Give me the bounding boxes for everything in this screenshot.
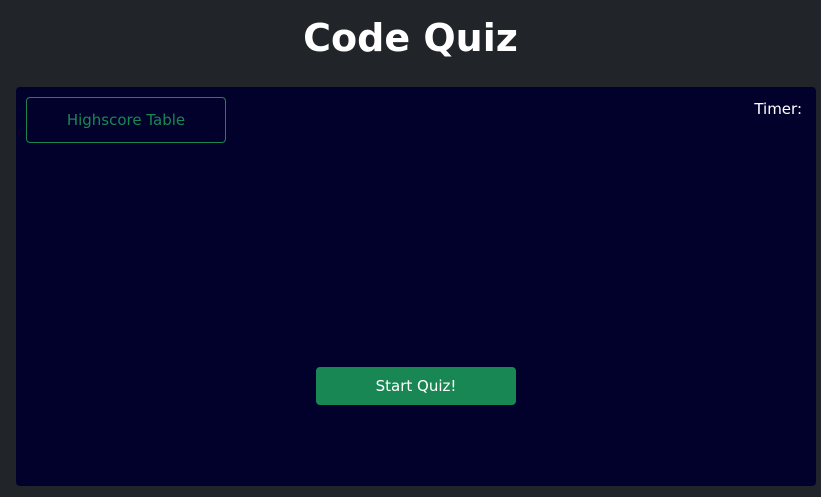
start-quiz-button[interactable]: Start Quiz!	[316, 367, 516, 405]
quiz-panel: Highscore Table Timer: Start Quiz!	[16, 87, 816, 486]
highscore-table-button[interactable]: Highscore Table	[26, 97, 226, 143]
page-title: Code Quiz	[303, 16, 518, 60]
timer-label: Timer:	[754, 100, 802, 118]
timer: Timer:	[754, 99, 806, 119]
